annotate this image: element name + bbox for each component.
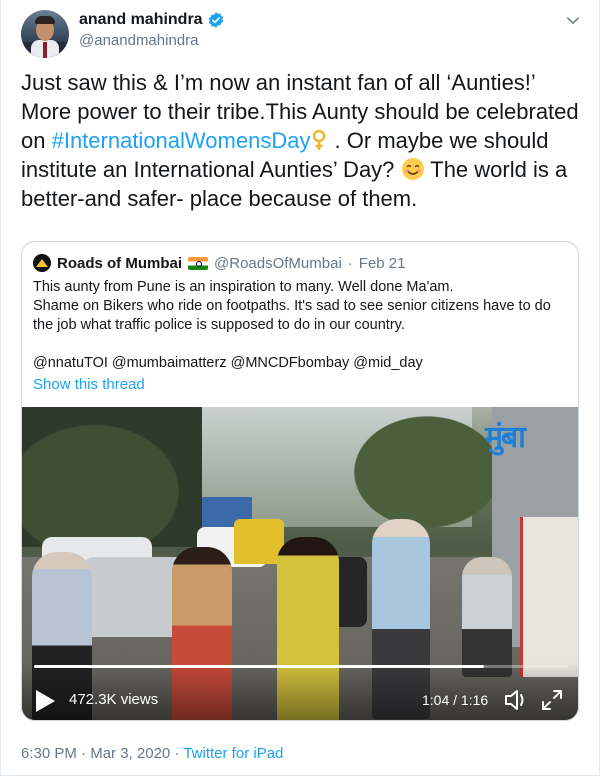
video-scene-trees-left xyxy=(22,407,202,547)
quoted-tweet-header: Roads of Mumbai @RoadsOfMumbai · Feb 21 xyxy=(33,254,406,272)
avatar[interactable] xyxy=(21,10,69,58)
video-player[interactable]: मुंबा 472.3K views 1:04 / 1:16 xyxy=(22,407,578,720)
tweet-text: Just saw this & I’m now an instant fan o… xyxy=(21,68,586,213)
female-sign-icon xyxy=(313,129,326,150)
quoted-line-1: This aunty from Pune is an inspiration t… xyxy=(33,279,454,295)
quoted-mentions[interactable]: @nnatuTOI @mumbaimatterz @MNCDFbombay @m… xyxy=(33,354,573,373)
chevron-down-icon[interactable] xyxy=(564,12,582,30)
footer-separator-2: · xyxy=(174,745,180,762)
quoted-author-handle[interactable]: @RoadsOfMumbai xyxy=(214,255,342,272)
show-thread-link[interactable]: Show this thread xyxy=(33,376,145,393)
fullscreen-expand-icon[interactable] xyxy=(541,689,563,711)
video-overlay-logo: मुंबा xyxy=(485,420,526,455)
video-time: 1:04 / 1:16 xyxy=(422,692,489,708)
video-view-count: 472.3K views xyxy=(69,691,159,708)
tweet-card: anand mahindra @anandmahindra Just saw t… xyxy=(0,0,600,776)
tweet-date[interactable]: Mar 3, 2020 xyxy=(90,745,170,762)
smiling-face-icon xyxy=(401,158,424,180)
quoted-date[interactable]: Feb 21 xyxy=(359,255,406,272)
india-flag-icon xyxy=(188,256,209,270)
tweet-source-link[interactable]: Twitter for iPad xyxy=(183,745,283,762)
quoted-tweet-text: This aunty from Pune is an inspiration t… xyxy=(33,278,573,373)
video-progress-bar[interactable] xyxy=(34,665,568,668)
video-scene-signboard xyxy=(520,517,578,677)
avatar-tie xyxy=(43,42,47,58)
tweet-time[interactable]: 6:30 PM xyxy=(21,745,77,762)
video-scene-seated-man xyxy=(462,557,512,677)
quoted-tweet[interactable]: Roads of Mumbai @RoadsOfMumbai · Feb 21 … xyxy=(21,241,579,721)
tweet-metadata: 6:30 PM · Mar 3, 2020 · Twitter for iPad xyxy=(21,745,283,762)
author-display-name[interactable]: anand mahindra xyxy=(79,11,203,29)
quoted-line-2: Shame on Bikers who ride on footpaths. I… xyxy=(33,298,551,333)
verified-badge-icon xyxy=(208,12,223,28)
roads-of-mumbai-avatar[interactable] xyxy=(33,254,51,272)
quoted-author-name[interactable]: Roads of Mumbai xyxy=(57,255,182,272)
hashtag-link[interactable]: #InternationalWomensDay xyxy=(52,128,311,153)
quoted-text-gap xyxy=(33,335,573,354)
author-handle[interactable]: @anandmahindra xyxy=(79,32,198,49)
quoted-separator: · xyxy=(347,254,353,272)
avatar-hair xyxy=(35,16,55,24)
footer-separator-1: · xyxy=(81,745,87,762)
author-name-row[interactable]: anand mahindra xyxy=(79,11,225,29)
video-progress-fill xyxy=(34,665,484,668)
volume-icon[interactable] xyxy=(503,687,529,713)
play-icon[interactable] xyxy=(34,689,56,713)
